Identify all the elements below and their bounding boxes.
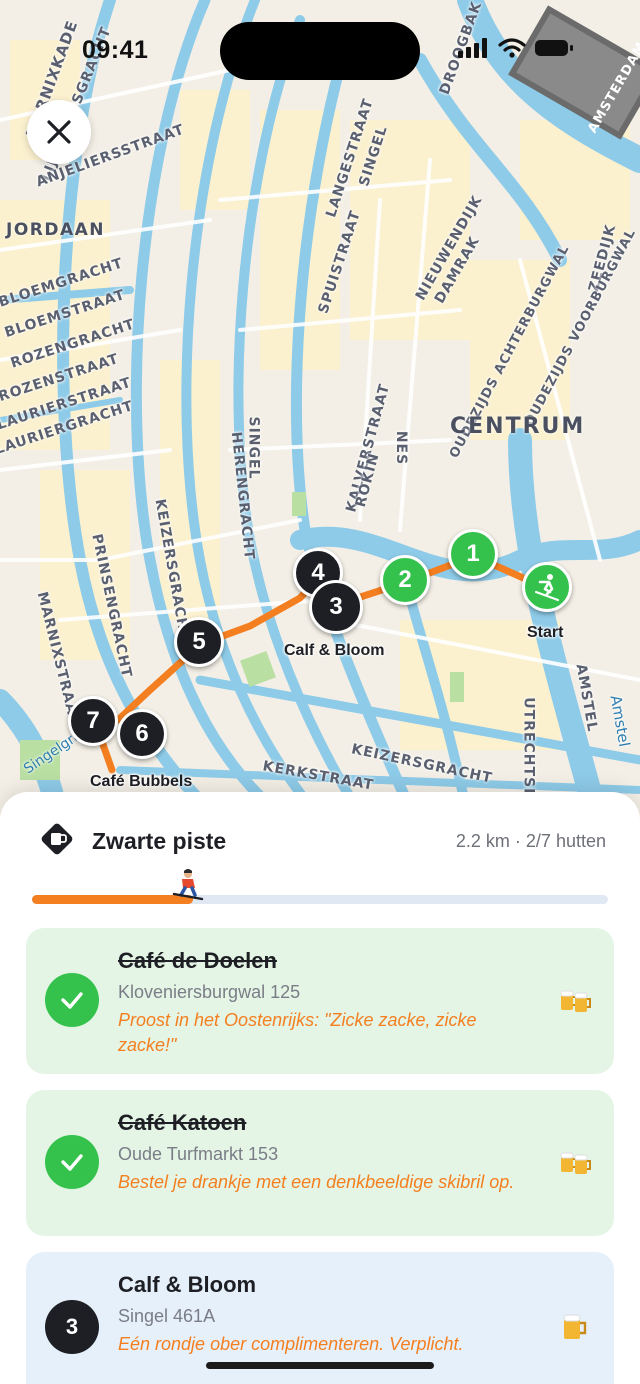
- map-marker-2[interactable]: 2: [380, 555, 430, 605]
- map-marker-7[interactable]: 7: [68, 696, 118, 746]
- stop-name: Calf & Bloom: [118, 1272, 257, 1297]
- map-marker-6[interactable]: 6: [117, 709, 167, 759]
- street-label: UTRECHTSE: [520, 697, 537, 799]
- route-meta: 2.2 km · 2/7 hutten: [455, 831, 606, 851]
- stop-card-2[interactable]: Café Katoen Oude Turfmarkt 153 Bestel je…: [26, 1090, 614, 1236]
- skier-icon: [534, 574, 560, 602]
- map-marker-label: Calf & Bloom: [284, 642, 385, 659]
- map-marker-1[interactable]: 1: [448, 529, 498, 579]
- map-view[interactable]: MARNIXKADE LIJNBAANSGRACHT ANJELIERSSTRA…: [0, 0, 640, 830]
- stop-task: Bestel je drankje met een denkbeeldige s…: [118, 1172, 515, 1192]
- stop-address: Singel 461A: [118, 1306, 216, 1326]
- signal-icon: [458, 38, 487, 58]
- district-label: JORDAAN: [6, 220, 106, 240]
- home-indicator: [206, 1362, 434, 1369]
- close-icon: [47, 120, 71, 144]
- beer-mug-icon: [563, 1314, 587, 1339]
- stop-number-badge: 3: [45, 1300, 99, 1354]
- map-marker-5[interactable]: 5: [174, 617, 224, 667]
- skier-icon: [173, 869, 204, 901]
- stop-card-1[interactable]: Café de Doelen Kloveniersburgwal 125 Pro…: [26, 928, 614, 1074]
- checkmark-icon: [61, 1154, 83, 1171]
- progress-bar: [32, 895, 608, 904]
- stop-address: Kloveniersburgwal 125: [118, 982, 301, 1002]
- battery-icon: [535, 40, 573, 56]
- close-button[interactable]: [27, 100, 91, 164]
- status-icons: [458, 38, 574, 58]
- route-title: Zwarte piste: [92, 828, 227, 854]
- wifi-icon: [498, 38, 526, 58]
- beer-mugs-icon: [560, 1152, 591, 1174]
- stop-address: Oude Turfmarkt 153: [118, 1144, 279, 1164]
- map-marker-label: Café Bubbels: [90, 773, 193, 790]
- street-label: NES: [393, 430, 410, 466]
- status-time: 09:41: [82, 36, 149, 64]
- done-badge: [45, 973, 99, 1027]
- done-badge: [45, 1135, 99, 1189]
- map-marker-3[interactable]: 3: [309, 580, 363, 634]
- checkmark-icon: [61, 992, 83, 1009]
- dynamic-island: [220, 22, 420, 80]
- beer-mugs-icon: [560, 990, 591, 1012]
- stop-name: Café de Doelen: [118, 948, 277, 973]
- start-label: Start: [527, 624, 564, 641]
- stop-name: Café Katoen: [118, 1110, 247, 1135]
- stop-task: Eén rondje ober complimenteren. Verplich…: [118, 1334, 464, 1354]
- stop-task: Proost in het Oostenrijks: "Zicke zacke,…: [118, 1010, 477, 1055]
- district-label: CENTRUM: [450, 414, 586, 439]
- beer-icon: [41, 823, 73, 855]
- route-sheet[interactable]: Zwarte piste 2.2 km · 2/7 hutten Café de…: [0, 792, 640, 1384]
- start-marker[interactable]: [522, 562, 572, 612]
- progress-fill: [32, 895, 194, 904]
